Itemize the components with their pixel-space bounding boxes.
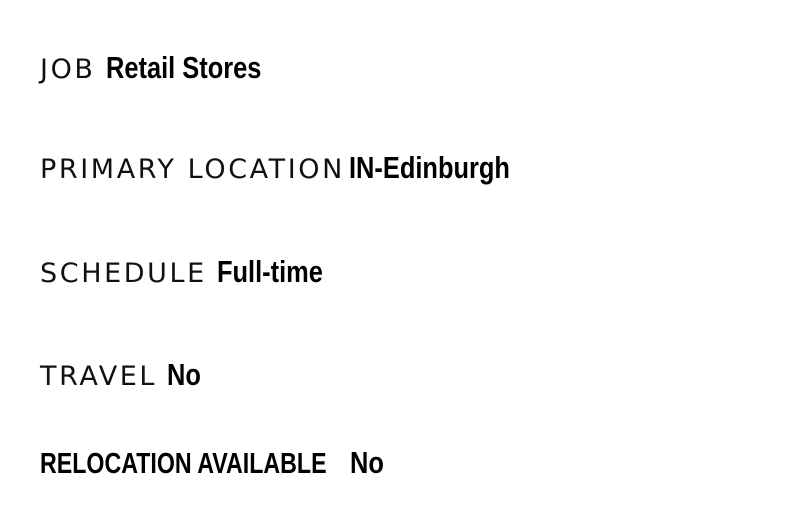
primary-location-value: IN-Edinburgh	[348, 150, 510, 185]
relocation-row: RELOCATION AVAILABLE No	[40, 447, 392, 479]
travel-value: No	[167, 357, 201, 392]
job-label: JOB	[40, 54, 96, 85]
relocation-value: No	[350, 445, 385, 480]
relocation-label: RELOCATION AVAILABLE	[40, 448, 327, 480]
primary-location-label: PRIMARY LOCATION	[40, 154, 345, 185]
primary-location-row: PRIMARY LOCATION IN-Edinburgh	[40, 152, 545, 183]
job-value: Retail Stores	[105, 50, 261, 85]
job-detail-row: JOB Retail Stores	[40, 52, 295, 83]
travel-row: TRAVEL No	[40, 359, 208, 390]
job-details-page: { "details": [ { "label": "JOB", "value"…	[0, 0, 800, 529]
schedule-row: SCHEDULE Full-time	[40, 256, 346, 287]
travel-label: TRAVEL	[40, 361, 158, 392]
schedule-value: Full-time	[216, 254, 323, 289]
schedule-label: SCHEDULE	[40, 258, 207, 289]
